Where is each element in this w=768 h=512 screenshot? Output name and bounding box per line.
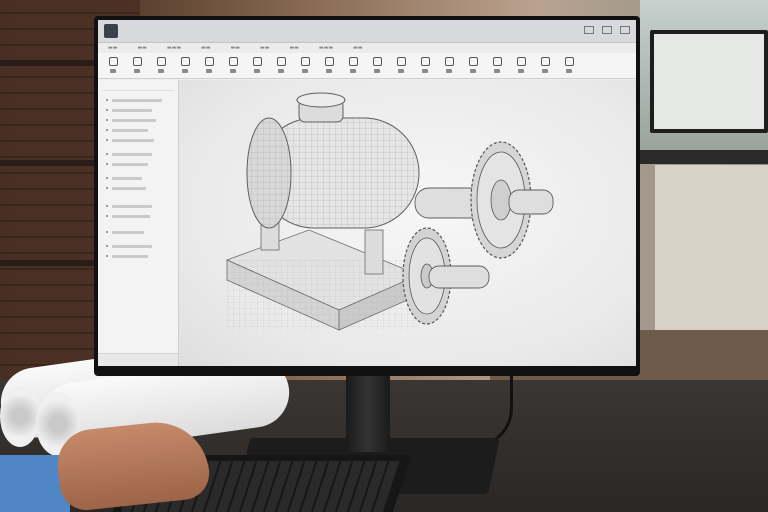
tool-button[interactable] [492, 56, 502, 75]
menu-item[interactable]: ▬▬ [108, 43, 117, 53]
menu-item[interactable]: ▬▬ [231, 43, 240, 53]
title-bar [98, 20, 636, 43]
tool-button[interactable] [252, 56, 262, 75]
tree-item[interactable] [106, 98, 162, 102]
window-controls [584, 26, 630, 34]
support-leg [364, 229, 384, 275]
tool-button[interactable] [444, 56, 454, 75]
menu-item[interactable]: ▬▬ [353, 43, 362, 53]
monitor-stand-neck [346, 372, 390, 452]
background-desk [640, 150, 768, 164]
menu-item[interactable]: ▬▬▬ [319, 43, 333, 53]
monitor: ▬▬ ▬▬ ▬▬▬ ▬▬ ▬▬ ▬▬ ▬▬ ▬▬▬ ▬▬ [94, 16, 640, 376]
tool-button[interactable] [420, 56, 430, 75]
tool-button[interactable] [396, 56, 406, 75]
menu-item[interactable]: ▬▬▬ [167, 43, 181, 53]
feature-tree-panel [98, 80, 179, 366]
tree-item[interactable] [106, 108, 152, 112]
tool-button[interactable] [324, 56, 334, 75]
tool-button[interactable] [372, 56, 382, 75]
menu-item[interactable]: ▬▬ [201, 43, 210, 53]
tree-item[interactable] [106, 230, 144, 234]
tool-button[interactable] [108, 56, 118, 75]
tree-item[interactable] [106, 128, 148, 132]
tree-item[interactable] [106, 244, 152, 248]
tool-button[interactable] [468, 56, 478, 75]
tool-button[interactable] [348, 56, 358, 75]
tree-item[interactable] [106, 254, 148, 258]
wheel-shaft [428, 265, 490, 289]
close-icon[interactable] [620, 26, 630, 34]
menu-item[interactable]: ▬▬ [137, 43, 146, 53]
tool-button[interactable] [156, 56, 166, 75]
ribbon-toolbar [98, 53, 636, 79]
menu-bar: ▬▬ ▬▬ ▬▬▬ ▬▬ ▬▬ ▬▬ ▬▬ ▬▬▬ ▬▬ [98, 43, 636, 53]
tree-item[interactable] [106, 204, 152, 208]
tool-button[interactable] [540, 56, 550, 75]
tool-button[interactable] [228, 56, 238, 75]
menu-item[interactable]: ▬▬ [289, 43, 298, 53]
maximize-icon[interactable] [602, 26, 612, 34]
monitor-cable [420, 365, 513, 448]
shaft-end [508, 189, 554, 215]
tool-button[interactable] [204, 56, 214, 75]
minimize-icon[interactable] [584, 26, 594, 34]
app-logo-icon[interactable] [104, 24, 118, 38]
panel-footer [98, 353, 178, 366]
wireframe-model [225, 92, 554, 331]
tool-button[interactable] [180, 56, 190, 75]
tree-item[interactable] [106, 176, 142, 180]
tool-button[interactable] [276, 56, 286, 75]
tool-button[interactable] [564, 56, 574, 75]
cylindrical-tank [246, 92, 420, 229]
panel-header [102, 82, 174, 91]
tree-item[interactable] [106, 138, 154, 142]
tree-item[interactable] [106, 118, 156, 122]
tool-button[interactable] [516, 56, 526, 75]
blueprint-roll-end [0, 385, 40, 447]
tool-button[interactable] [300, 56, 310, 75]
background-cabinet [655, 165, 768, 335]
tree-item[interactable] [106, 152, 152, 156]
tool-button[interactable] [132, 56, 142, 75]
background-monitor [650, 30, 768, 133]
3d-viewport[interactable] [179, 80, 636, 366]
office-scene: ▬▬ ▬▬ ▬▬▬ ▬▬ ▬▬ ▬▬ ▬▬ ▬▬▬ ▬▬ [0, 0, 768, 512]
tree-item[interactable] [106, 162, 148, 166]
tree-item[interactable] [106, 214, 150, 218]
base-frame [225, 229, 421, 331]
screen: ▬▬ ▬▬ ▬▬▬ ▬▬ ▬▬ ▬▬ ▬▬ ▬▬▬ ▬▬ [98, 20, 636, 366]
menu-item[interactable]: ▬▬ [260, 43, 269, 53]
tree-item[interactable] [106, 186, 146, 190]
